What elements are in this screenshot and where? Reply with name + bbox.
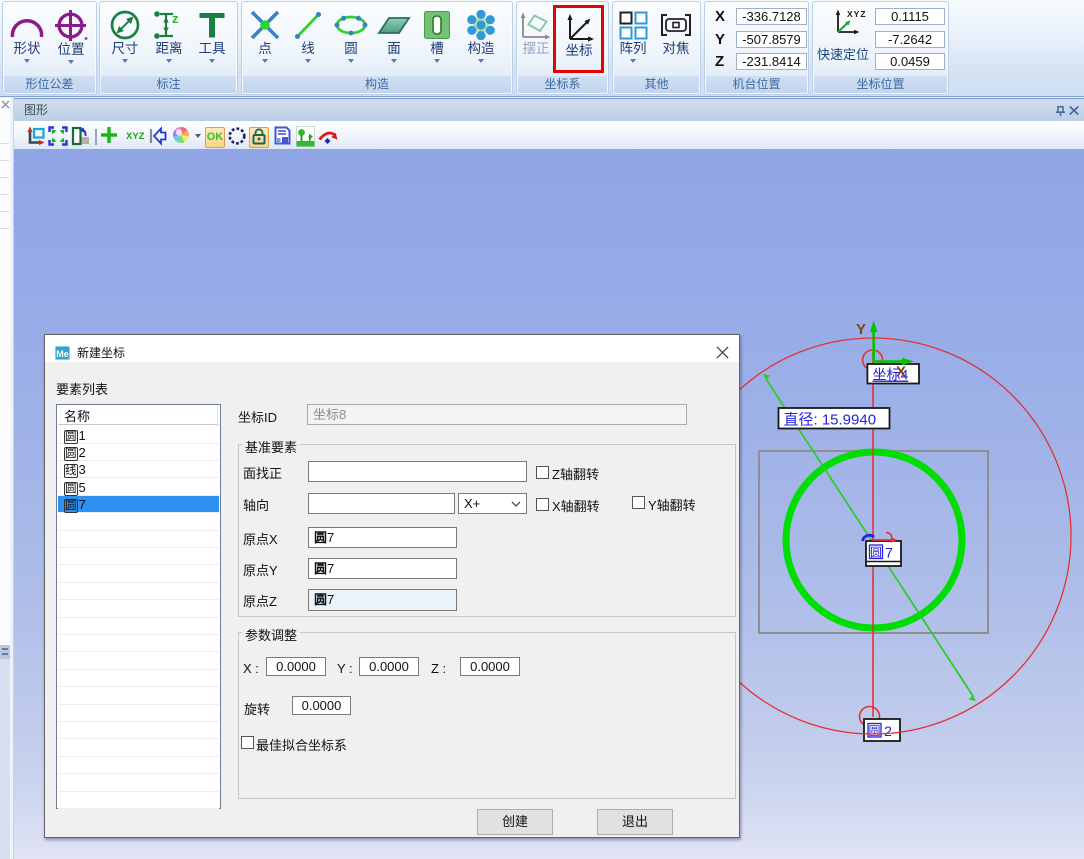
svg-text:圆: 圆 bbox=[868, 722, 880, 739]
svg-text:7: 7 bbox=[885, 545, 893, 561]
svg-text:X: X bbox=[896, 364, 906, 381]
svg-text:2: 2 bbox=[884, 723, 892, 739]
svg-text:XYZ: XYZ bbox=[847, 9, 867, 19]
svg-text:z: z bbox=[172, 11, 179, 26]
svg-text:直径: 15.9940: 直径: 15.9940 bbox=[784, 412, 877, 429]
svg-text:圆: 圆 bbox=[870, 544, 882, 561]
svg-text:Y: Y bbox=[856, 321, 866, 338]
